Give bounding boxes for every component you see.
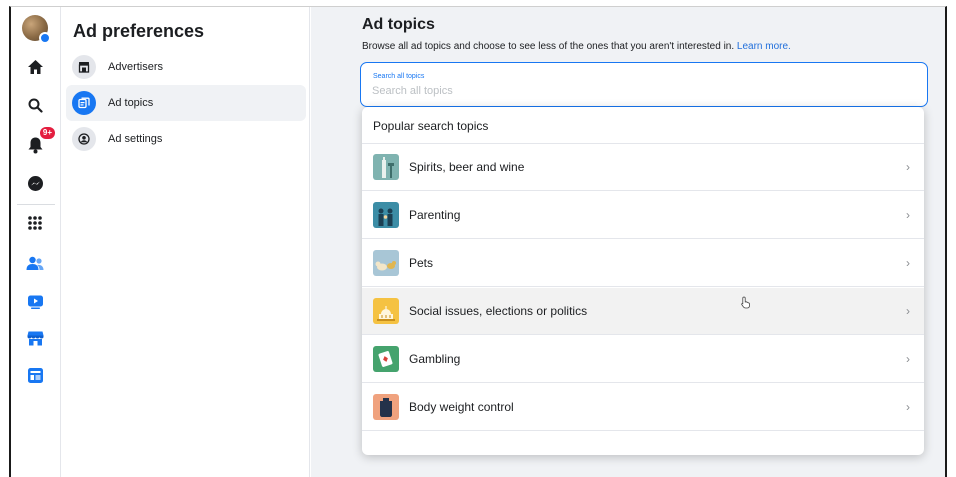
global-nav-rail: 9+ [11,7,61,477]
learn-more-link[interactable]: Learn more. [737,41,791,52]
chevron-right-icon: › [906,256,910,270]
chevron-right-icon: › [906,304,910,318]
avatar [22,15,51,44]
facebook-badge-icon [39,32,51,44]
sidebar-item-label: Ad topics [108,97,154,109]
chevron-right-icon: › [906,208,910,222]
topic-item-parenting[interactable]: Parenting › [362,192,924,239]
scale-body-icon [373,394,399,420]
sidebar-item-label: Ad settings [108,133,163,145]
search-label: Search all topics [373,73,425,80]
page-description: Browse all ad topics and choose to see l… [362,41,791,52]
capitol-building-icon [373,298,399,324]
search-field[interactable]: Search all topics [360,62,928,107]
storefront-icon [72,55,96,79]
rail-divider [17,204,55,205]
apps-grid-icon[interactable] [22,210,48,236]
page-title: Ad topics [362,16,435,33]
friends-icon[interactable] [22,250,48,276]
sidebar-item-ad-topics[interactable]: Ad topics [66,85,306,121]
topic-label: Gambling [409,352,461,366]
pets-icon [373,250,399,276]
wine-bottle-icon [373,154,399,180]
chevron-right-icon: › [906,160,910,174]
search-input[interactable] [372,83,912,99]
topics-dropdown: Popular search topics Spirits, beer and … [362,107,924,455]
topic-item-pets[interactable]: Pets › [362,240,924,287]
topic-label: Social issues, elections or politics [409,304,588,318]
watch-icon[interactable] [22,289,48,315]
topic-item-body-weight[interactable]: Body weight control › [362,384,924,431]
sidebar-item-label: Advertisers [108,61,164,73]
marketplace-icon[interactable] [22,325,48,351]
topic-item-gambling[interactable]: Gambling › [362,336,924,383]
notifications-icon[interactable]: 9+ [22,127,55,158]
main-content: Ad topics Browse all ad topics and choos… [311,7,945,477]
ad-preferences-sidebar: Ad preferences Advertisers Ad topics Ad … [62,7,310,477]
topic-label: Body weight control [409,400,514,414]
chevron-right-icon: › [906,400,910,414]
topic-label: Parenting [409,208,461,222]
notification-badge: 9+ [39,127,55,139]
playing-cards-icon [373,346,399,372]
profile-avatar[interactable] [22,15,51,44]
messenger-icon[interactable] [22,170,48,196]
chevron-right-icon: › [906,352,910,366]
topic-item-social-issues[interactable]: Social issues, elections or politics › [362,288,924,335]
user-settings-icon [72,127,96,151]
home-icon[interactable] [22,54,48,80]
topic-item-spirits[interactable]: Spirits, beer and wine › [362,144,924,191]
family-icon [373,202,399,228]
hand-pointer-icon [741,296,750,309]
sidebar-title: Ad preferences [73,21,205,41]
search-icon[interactable] [22,92,48,118]
feeds-icon[interactable] [22,362,48,388]
page-description-text: Browse all ad topics and choose to see l… [362,41,735,52]
sidebar-item-advertisers[interactable]: Advertisers [66,49,306,85]
topic-label: Pets [409,256,434,270]
topic-label: Spirits, beer and wine [409,160,525,174]
dropdown-heading: Popular search topics [373,119,489,133]
ad-topics-icon [72,91,96,115]
sidebar-item-ad-settings[interactable]: Ad settings [66,121,306,157]
